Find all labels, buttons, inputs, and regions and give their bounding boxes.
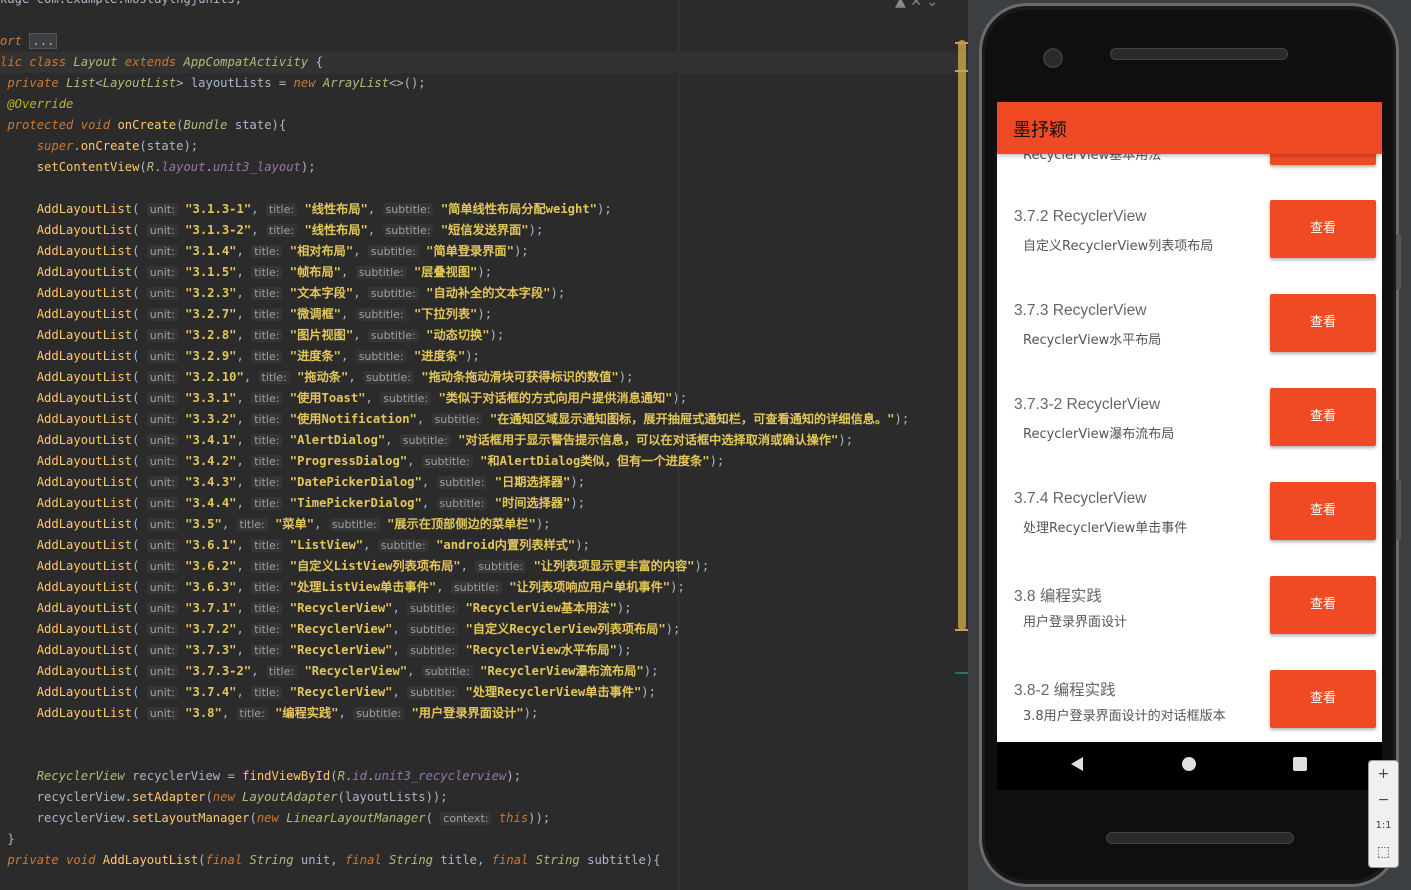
- code-line[interactable]: AddLayoutList( unit: "3.6.3", title: "处理…: [0, 577, 930, 598]
- code-line[interactable]: AddLayoutList( unit: "3.7.3", title: "Re…: [0, 640, 930, 661]
- code-line[interactable]: AddLayoutList( unit: "3.4.1", title: "Al…: [0, 430, 930, 451]
- code-line[interactable]: AddLayoutList( unit: "3.2.10", title: "拖…: [0, 367, 930, 388]
- list-item-subtitle: 处理RecyclerView单击事件: [1023, 521, 1188, 536]
- view-button[interactable]: 查看: [1270, 294, 1376, 352]
- scroll-marker: [955, 70, 968, 72]
- zoom-out-button[interactable]: −: [1369, 787, 1398, 813]
- scroll-marker: [955, 672, 968, 674]
- zoom-in-button[interactable]: +: [1369, 761, 1398, 787]
- code-line[interactable]: AddLayoutList( unit: "3.4.2", title: "Pr…: [0, 451, 930, 472]
- code-line[interactable]: recyclerView.setAdapter(new LayoutAdapte…: [0, 787, 930, 808]
- code-line[interactable]: AddLayoutList( unit: "3.1.5", title: "帧布…: [0, 262, 930, 283]
- phone-screen[interactable]: 墨抒颖 RecyclerView基本用法 3.7.2 RecyclerView 自…: [997, 102, 1382, 742]
- code-line[interactable]: AddLayoutList( unit: "3.7.1", title: "Re…: [0, 598, 930, 619]
- code-line[interactable]: AddLayoutList( unit: "3.1.3-2", title: "…: [0, 220, 930, 241]
- code-line[interactable]: [0, 10, 930, 31]
- speaker-grille: [1110, 48, 1288, 60]
- code-line[interactable]: AddLayoutList( unit: "3.1.4", title: "相对…: [0, 241, 930, 262]
- code-line[interactable]: AddLayoutList( unit: "3.8", title: "编程实践…: [0, 703, 930, 724]
- code-line[interactable]: private void AddLayoutList(final String …: [0, 850, 930, 871]
- list-item-title: 3.7.3 RecyclerView: [1014, 302, 1147, 319]
- camera-icon: [1043, 48, 1063, 68]
- code-line[interactable]: AddLayoutList( unit: "3.2.8", title: "图片…: [0, 325, 930, 346]
- recent-apps-icon[interactable]: [1293, 757, 1307, 771]
- code-line[interactable]: AddLayoutList( unit: "3.3.2", title: "使用…: [0, 409, 930, 430]
- view-button[interactable]: 查看: [1270, 200, 1376, 258]
- code-line[interactable]: AddLayoutList( unit: "3.6.2", title: "自定…: [0, 556, 930, 577]
- code-line[interactable]: [0, 745, 930, 766]
- code-line[interactable]: lic class Layout extends AppCompatActivi…: [0, 52, 968, 73]
- code-line[interactable]: protected void onCreate(Bundle state){: [0, 115, 930, 136]
- zoom-actual-size-button[interactable]: 1:1: [1369, 813, 1398, 839]
- code-line[interactable]: [0, 178, 930, 199]
- list-item-title: 3.7.4 RecyclerView: [1014, 490, 1147, 507]
- list-item-title: 3.8-2 编程实践: [1014, 682, 1116, 699]
- app-bar: 墨抒颖: [997, 102, 1382, 154]
- code-line[interactable]: }: [0, 829, 930, 850]
- code-line[interactable]: AddLayoutList( unit: "3.6.1", title: "Li…: [0, 535, 930, 556]
- view-button[interactable]: 查看: [1270, 388, 1376, 446]
- list-item-subtitle: 3.8用户登录界面设计的对话框版本: [1023, 709, 1226, 724]
- code-line[interactable]: AddLayoutList( unit: "3.2.3", title: "文本…: [0, 283, 930, 304]
- code-line[interactable]: recyclerView.setLayoutManager(new Linear…: [0, 808, 930, 829]
- bottom-speaker-grille: [1106, 832, 1294, 844]
- code-line[interactable]: AddLayoutList( unit: "3.7.4", title: "Re…: [0, 682, 930, 703]
- list-item-title: 3.7.3-2 RecyclerView: [1014, 396, 1161, 413]
- list-item-title: 3.7.2 RecyclerView: [1014, 208, 1147, 225]
- code-line[interactable]: setContentView(R.layout.unit3_layout);: [0, 157, 930, 178]
- editor-scrollbar[interactable]: [958, 40, 966, 630]
- view-button[interactable]: 查看: [1270, 670, 1376, 728]
- code-line[interactable]: AddLayoutList( unit: "3.7.2", title: "Re…: [0, 619, 930, 640]
- code-line[interactable]: AddLayoutList( unit: "3.2.7", title: "微调…: [0, 304, 930, 325]
- app-title: 墨抒颖: [1013, 120, 1067, 141]
- scroll-marker: [955, 42, 968, 44]
- list-item-subtitle: 用户登录界面设计: [1023, 615, 1128, 630]
- code-line[interactable]: AddLayoutList( unit: "3.7.3-2", title: "…: [0, 661, 930, 682]
- volume-button[interactable]: [1396, 234, 1401, 290]
- scroll-marker: [955, 629, 968, 631]
- code-line[interactable]: ort ...: [0, 31, 930, 52]
- code-line[interactable]: AddLayoutList( unit: "3.2.9", title: "进度…: [0, 346, 930, 367]
- code-line[interactable]: @Override: [0, 94, 930, 115]
- list-item-title: 3.8 编程实践: [1014, 588, 1102, 605]
- list-item-subtitle: RecyclerView瀑布流布局: [1023, 427, 1175, 442]
- view-button[interactable]: 查看: [1270, 482, 1376, 540]
- code-line[interactable]: AddLayoutList( unit: "3.3.1", title: "使用…: [0, 388, 930, 409]
- code-line[interactable]: AddLayoutList( unit: "3.4.4", title: "Ti…: [0, 493, 930, 514]
- code-line[interactable]: AddLayoutList( unit: "3.4.3", title: "Da…: [0, 472, 930, 493]
- code-line[interactable]: RecyclerView recyclerView = findViewById…: [0, 766, 930, 787]
- code-editor[interactable]: ▲ ✕ ⌄ kage com.example.mostaylngjunits;o…: [0, 0, 968, 890]
- zoom-controls: + − 1:1 ⬚: [1368, 760, 1399, 868]
- list-item-subtitle: RecyclerView水平布局: [1023, 333, 1162, 348]
- code-line[interactable]: super.onCreate(state);: [0, 136, 930, 157]
- zoom-fit-icon[interactable]: ⬚: [1369, 839, 1398, 865]
- power-button[interactable]: [1396, 480, 1401, 540]
- code-line[interactable]: private List<LayoutList> layoutLists = n…: [0, 73, 930, 94]
- home-icon[interactable]: [1182, 757, 1196, 771]
- code-line[interactable]: kage com.example.mostaylngjunits;: [0, 0, 930, 10]
- code-line[interactable]: AddLayoutList( unit: "3.1.3-1", title: "…: [0, 199, 930, 220]
- view-button[interactable]: 查看: [1270, 576, 1376, 634]
- code-line[interactable]: [0, 724, 930, 745]
- list-item-subtitle: 自定义RecyclerView列表项布局: [1023, 239, 1214, 254]
- back-icon[interactable]: [1071, 757, 1083, 771]
- code-line[interactable]: AddLayoutList( unit: "3.5", title: "菜单",…: [0, 514, 930, 535]
